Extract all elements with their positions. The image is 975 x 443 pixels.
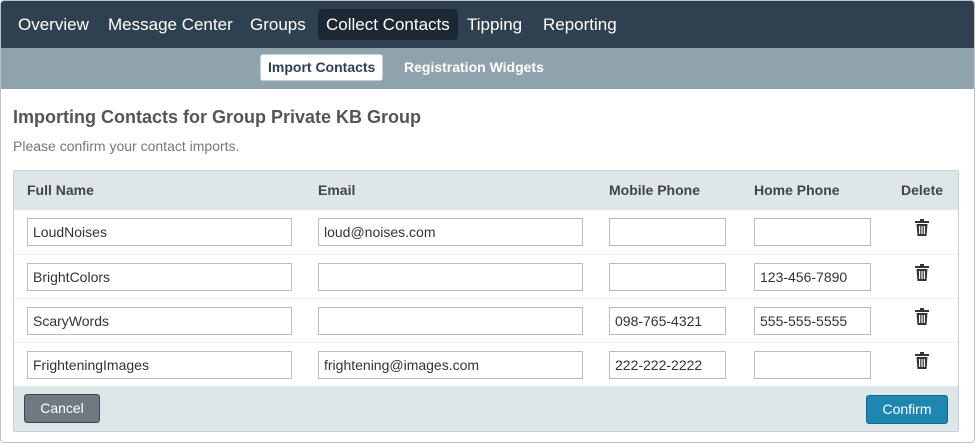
table-row [14, 342, 958, 386]
tab-groups[interactable]: Groups [242, 9, 314, 40]
home-phone-input[interactable] [754, 307, 871, 335]
sub-navigation: Import Contacts Registration Widgets [1, 48, 974, 89]
email-input[interactable] [318, 351, 583, 379]
subtab-registration-widgets[interactable]: Registration Widgets [397, 54, 551, 81]
subtab-import-contacts[interactable]: Import Contacts [260, 54, 384, 81]
mobile-phone-input[interactable] [609, 218, 726, 246]
top-navigation: Overview Message Center Groups Collect C… [1, 1, 974, 48]
tab-overview[interactable]: Overview [10, 9, 97, 40]
full-name-input[interactable] [27, 218, 292, 246]
cancel-button[interactable]: Cancel [24, 394, 100, 423]
column-header-home-phone: Home Phone [754, 182, 840, 198]
column-header-email: Email [318, 182, 356, 198]
column-header-mobile-phone: Mobile Phone [609, 182, 700, 198]
table-footer: Cancel Confirm [14, 386, 958, 431]
trash-icon[interactable] [915, 219, 929, 236]
table-row [14, 210, 958, 254]
full-name-input[interactable] [27, 351, 292, 379]
home-phone-input[interactable] [754, 351, 871, 379]
home-phone-input[interactable] [754, 218, 871, 246]
page-subtitle: Please confirm your contact imports. [13, 138, 240, 154]
trash-icon[interactable] [915, 264, 929, 281]
email-input[interactable] [318, 263, 583, 291]
table-row [14, 298, 958, 342]
trash-icon[interactable] [915, 352, 929, 369]
full-name-input[interactable] [27, 263, 292, 291]
table-body [14, 210, 958, 386]
tab-tipping[interactable]: Tipping [459, 9, 530, 40]
full-name-input[interactable] [27, 307, 292, 335]
email-input[interactable] [318, 307, 583, 335]
confirm-button[interactable]: Confirm [866, 395, 948, 424]
column-header-delete: Delete [901, 182, 944, 198]
table-header: Full Name Email Mobile Phone Home Phone … [14, 171, 958, 210]
mobile-phone-input[interactable] [609, 307, 726, 335]
tab-reporting[interactable]: Reporting [535, 9, 625, 40]
tab-collect-contacts[interactable]: Collect Contacts [318, 9, 458, 40]
mobile-phone-input[interactable] [609, 351, 726, 379]
home-phone-input[interactable] [754, 263, 871, 291]
table-row [14, 254, 958, 298]
tab-message-center[interactable]: Message Center [100, 9, 241, 40]
email-input[interactable] [318, 218, 583, 246]
column-header-full-name: Full Name [27, 182, 94, 198]
page-title: Importing Contacts for Group Private KB … [13, 107, 422, 127]
app-frame: Overview Message Center Groups Collect C… [0, 0, 975, 443]
mobile-phone-input[interactable] [609, 263, 726, 291]
import-contacts-panel: Full Name Email Mobile Phone Home Phone … [13, 170, 959, 432]
trash-icon[interactable] [915, 308, 929, 325]
